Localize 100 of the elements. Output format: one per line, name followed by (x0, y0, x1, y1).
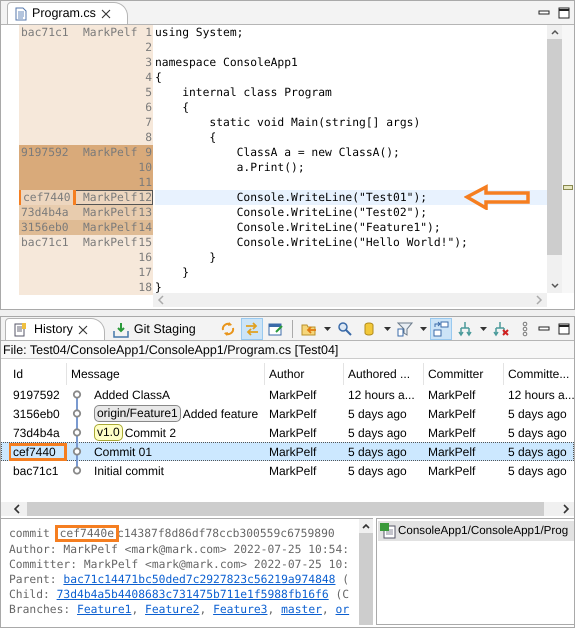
line-number: 8 (145, 130, 152, 145)
refresh-icon (220, 320, 236, 336)
table-cell-text: 5 days ago (507, 444, 568, 460)
commit-id[interactable]: 3156eb0 (13, 406, 60, 420)
graph-node-icon (72, 442, 82, 461)
commit-id[interactable]: cef7440 (9, 442, 67, 460)
swap-arrows-icon (244, 320, 260, 336)
line-number: 14 (138, 220, 152, 235)
commit-link[interactable]: 73d4b4a5b4408683c731475b711e1f5988fb16f6 (56, 588, 329, 601)
tag-label: v1.0 (94, 424, 123, 441)
table-cell-text: 5 days ago (507, 406, 568, 422)
maximize-icon[interactable] (558, 322, 570, 334)
commit-message: Commit 01 (94, 444, 152, 460)
commit-link[interactable]: bac71c14471bc50ded7c2927823c56219a974848 (63, 573, 336, 586)
line-number: 15 (138, 235, 152, 250)
graph-node-icon (72, 404, 82, 423)
caret-icon (384, 326, 390, 330)
blame-block[interactable]: bac71c1 MarkPelf 15 16 17 18 (19, 235, 153, 295)
commit-message: Initial commit (94, 462, 164, 480)
line-number: 3 (145, 55, 152, 70)
blame-author: MarkPelf (83, 145, 138, 160)
column-header[interactable]: Message (67, 363, 265, 385)
commit-link[interactable]: Feature1 (77, 603, 132, 616)
view-tab[interactable]: Git Staging (104, 318, 213, 340)
blame-block[interactable]: bac71c1 MarkPelf 1 2 3 4 5 6 7 8 (19, 25, 153, 145)
commit-link[interactable]: Feature2 (145, 603, 200, 616)
maximize-icon[interactable] (558, 6, 570, 18)
table-cell-text: MarkPelf (268, 462, 318, 480)
scroll-thumb[interactable] (547, 39, 562, 255)
view-tab[interactable]: History (5, 318, 105, 340)
commit-row[interactable]: 9197592 Added ClassA MarkPelf 12 hours a... MarkPelf 12 hours a... (1, 385, 574, 404)
commit-id[interactable]: bac71c1 (13, 464, 58, 478)
commit-link[interactable]: master (281, 603, 322, 616)
line-number: 12 (138, 190, 152, 205)
overview-marker-icon (563, 185, 573, 190)
detail-text: commit (9, 527, 51, 540)
commit-row[interactable]: cef7440 Commit 01 MarkPelf 5 days ago MarkPelf 5 days ago (1, 442, 574, 461)
column-header[interactable]: Authored ... (344, 363, 424, 385)
detail-text: c14387f8d86df78ccb300559c6759890 (117, 527, 335, 540)
commit-link[interactable]: Feature3 (213, 603, 268, 616)
commit-message: Added ClassA (94, 386, 170, 404)
commit-link[interactable]: or (336, 603, 350, 616)
scrollbar[interactable] (547, 25, 562, 293)
detail-text: , (268, 603, 276, 616)
code-line: a.Print(); (236, 160, 306, 175)
detail-text: , (199, 603, 208, 616)
close-icon[interactable] (78, 324, 88, 334)
scroll-left-icon[interactable] (13, 504, 21, 514)
close-icon[interactable] (100, 8, 111, 18)
code-line: } (155, 280, 163, 293)
blame-author: MarkPelf (83, 190, 138, 205)
line-number: 2 (145, 40, 152, 55)
line-number: 5 (145, 85, 152, 100)
table-cell-text: 5 days ago (347, 462, 408, 480)
branch-label: origin/Feature1 (94, 405, 181, 422)
staging-icon (112, 322, 129, 338)
file-icon (15, 6, 27, 20)
code-line: ClassA a = new ClassA(); (236, 145, 401, 160)
line-number: 10 (138, 160, 152, 175)
blame-author: MarkPelf (83, 220, 138, 235)
csharp-file-icon (380, 523, 396, 539)
scroll-right-icon[interactable] (562, 504, 570, 514)
caret-icon (480, 326, 486, 330)
table-cell-text: 5 days ago (347, 444, 408, 460)
history-icon (13, 322, 29, 338)
blame-commit-id[interactable]: bac71c1 (21, 236, 69, 249)
caret-icon (420, 326, 426, 330)
commit-row[interactable]: bac71c1 Initial commit MarkPelf 5 days ago MarkPelf 5 days ago (1, 461, 574, 480)
table-cell-text: 12 hours a... (347, 386, 416, 404)
line-number: 11 (138, 175, 152, 190)
toolbar-button[interactable] (430, 318, 452, 340)
detail-text: Child: (9, 588, 51, 601)
commit-row[interactable]: 3156eb0 origin/Feature1 Added feature MarkPelf 5 days ago MarkPelf 5 days ago (1, 404, 574, 423)
file-list-item[interactable]: ConsoleApp1/ConsoleApp1/Prog (378, 521, 574, 541)
table-cell-text: MarkPelf (427, 406, 476, 422)
commit-message: Commit 2 (124, 424, 176, 442)
line-number: 1 (145, 25, 152, 40)
code-line: Console.WriteLine("Test02"); (236, 205, 428, 220)
code-line: { (181, 100, 190, 115)
code-line: { (208, 130, 218, 145)
commit-id[interactable]: 9197592 (13, 388, 60, 402)
code-line: Console.WriteLine("Feature1"); (236, 220, 442, 235)
detail-text: , (322, 603, 330, 616)
table-cell-text: 12 hours a... (507, 386, 574, 404)
table-cell-text: MarkPelf (427, 444, 476, 460)
column-header[interactable]: Committer (424, 363, 504, 385)
blame-author: MarkPelf (83, 205, 138, 220)
commit-id[interactable]: 73d4b4a (13, 426, 60, 440)
table-cell-text: MarkPelf (427, 462, 476, 480)
code-line: { (155, 70, 163, 85)
line-number: 17 (138, 265, 152, 280)
branch-delete-icon (493, 320, 509, 336)
column-header[interactable]: Committe... (504, 363, 574, 385)
column-header[interactable]: Author (265, 363, 344, 385)
file-path-label: File: Test04/ConsoleApp1/ConsoleApp1/Program.cs [Test04] (1, 341, 574, 359)
column-header[interactable]: Id (9, 363, 67, 385)
blame-commit-id[interactable]: bac71c1 (21, 26, 69, 39)
detail-text: , (131, 603, 140, 616)
detail-text: Parent: (9, 573, 58, 586)
editor-tab[interactable]: Program.cs (7, 2, 128, 24)
